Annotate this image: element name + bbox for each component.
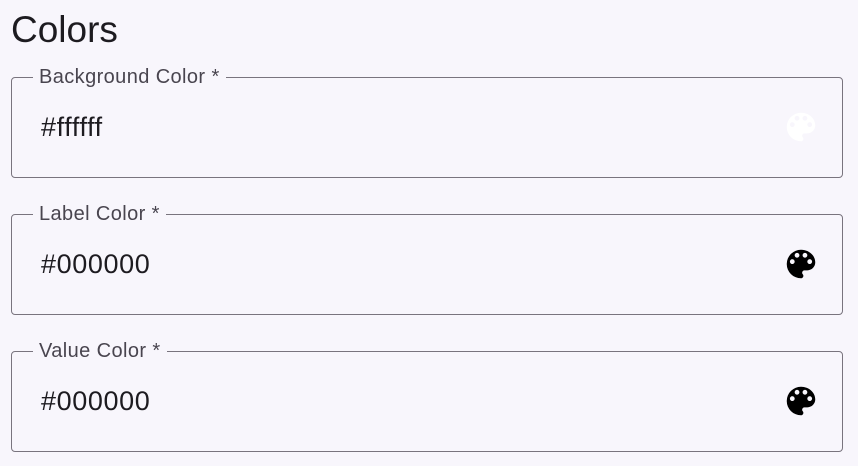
value-color-input[interactable] xyxy=(41,381,761,421)
label-color-label: Label Color * xyxy=(33,202,166,226)
label-color-field[interactable]: Label Color * xyxy=(11,202,843,315)
palette-icon xyxy=(782,382,820,420)
background-color-field[interactable]: Background Color * xyxy=(11,65,843,178)
palette-icon xyxy=(782,108,820,146)
label-color-input[interactable] xyxy=(41,244,761,284)
value-color-palette-button[interactable] xyxy=(781,381,821,421)
background-color-input[interactable] xyxy=(41,107,761,147)
background-color-palette-button[interactable] xyxy=(781,107,821,147)
section-title: Colors xyxy=(11,9,118,50)
value-color-label: Value Color * xyxy=(33,339,167,363)
label-color-palette-button[interactable] xyxy=(781,244,821,284)
colors-panel: Colors Background Color * Label Color * xyxy=(0,0,858,466)
palette-icon xyxy=(782,245,820,283)
value-color-field[interactable]: Value Color * xyxy=(11,339,843,452)
background-color-label: Background Color * xyxy=(33,65,226,89)
